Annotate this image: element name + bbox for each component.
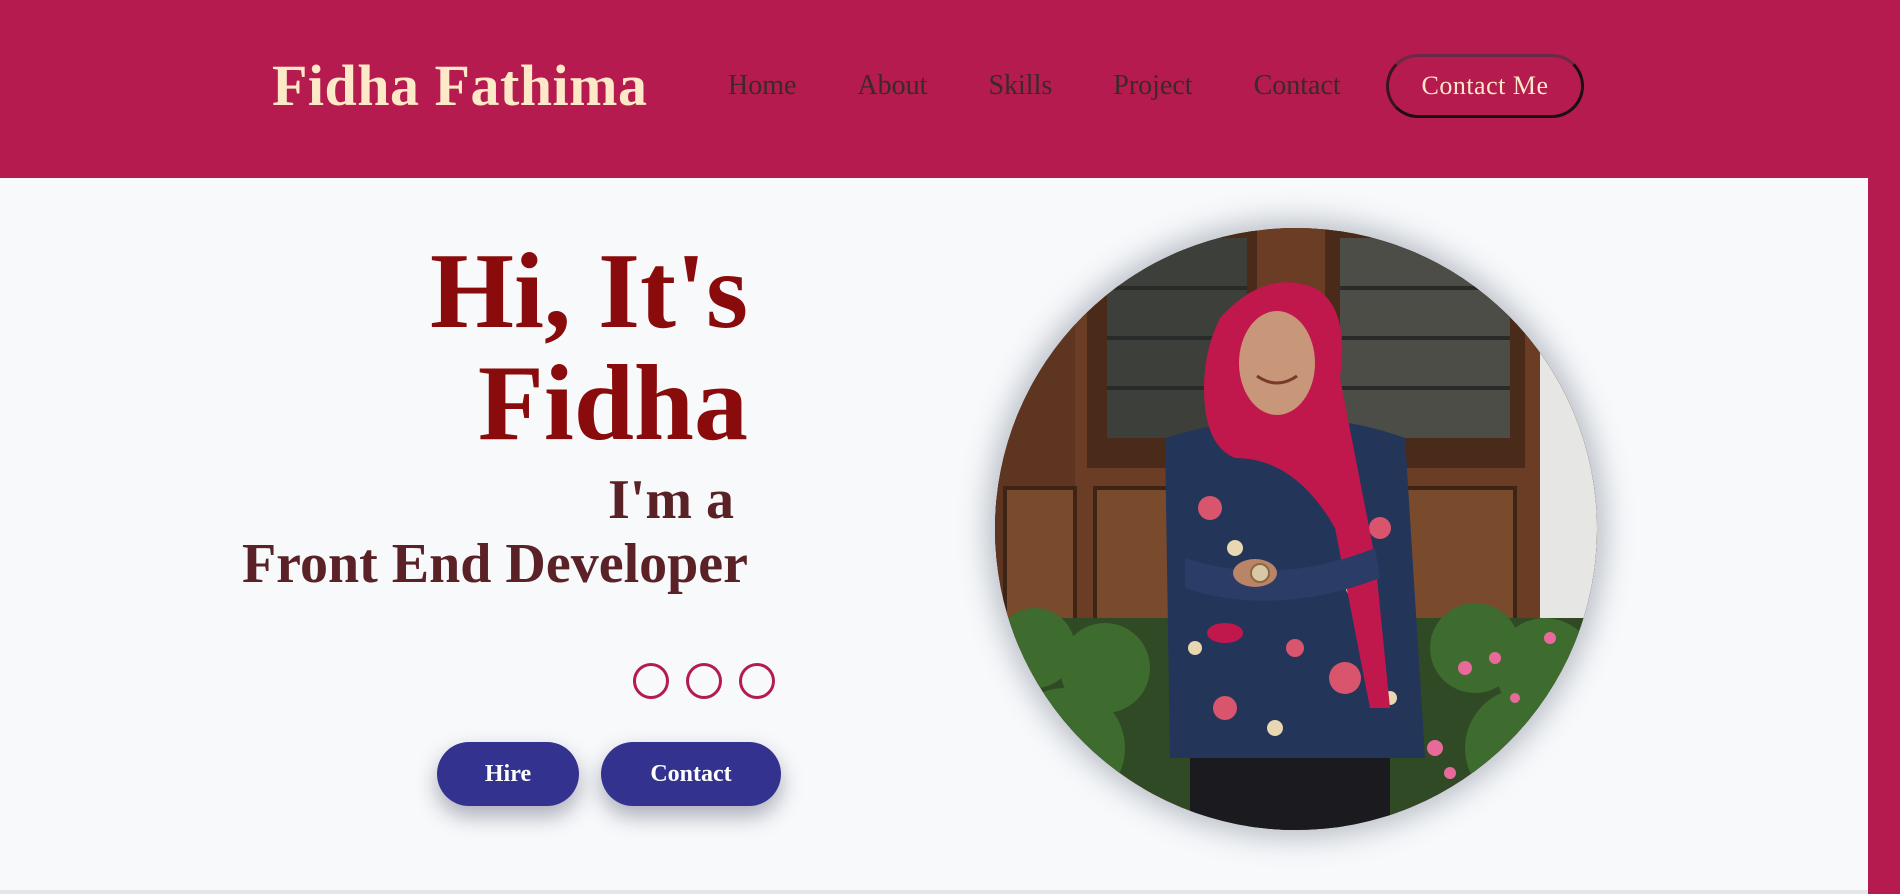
social-links	[633, 663, 775, 699]
hero-role: Front End Developer	[241, 533, 748, 595]
hero-greeting-line2: Fidha	[477, 344, 748, 463]
page-bottom-divider	[0, 890, 1868, 894]
social-icon-3[interactable]	[739, 663, 775, 699]
hire-button[interactable]: Hire	[437, 742, 579, 806]
right-edge-strip	[1868, 0, 1900, 894]
hero-role-prefix: I'm a	[608, 469, 734, 531]
hero-section: Hi, It's Fidha I'm a Front End Developer…	[0, 178, 1868, 890]
social-icon-2[interactable]	[686, 663, 722, 699]
profile-photo	[995, 228, 1597, 830]
brand-logo[interactable]: Fidha Fathima	[272, 52, 648, 119]
nav-about[interactable]: About	[857, 70, 927, 102]
contact-me-button[interactable]: Contact Me	[1386, 54, 1584, 118]
portfolio-page: Fidha Fathima Home About Skills Project …	[0, 0, 1900, 894]
nav-contact[interactable]: Contact	[1254, 70, 1341, 102]
main-nav: Home About Skills Project Contact	[728, 70, 1341, 102]
hero-text: Hi, It's Fidha I'm a Front End Developer	[242, 236, 748, 596]
nav-home[interactable]: Home	[728, 70, 796, 102]
social-icon-1[interactable]	[633, 663, 669, 699]
nav-skills[interactable]: Skills	[988, 70, 1052, 102]
contact-button[interactable]: Contact	[601, 742, 781, 806]
hero-buttons: Hire Contact	[437, 742, 781, 806]
hero-greeting-line1: Hi, It's	[429, 232, 748, 351]
nav-project[interactable]: Project	[1113, 70, 1192, 102]
site-header: Fidha Fathima Home About Skills Project …	[0, 0, 1900, 178]
